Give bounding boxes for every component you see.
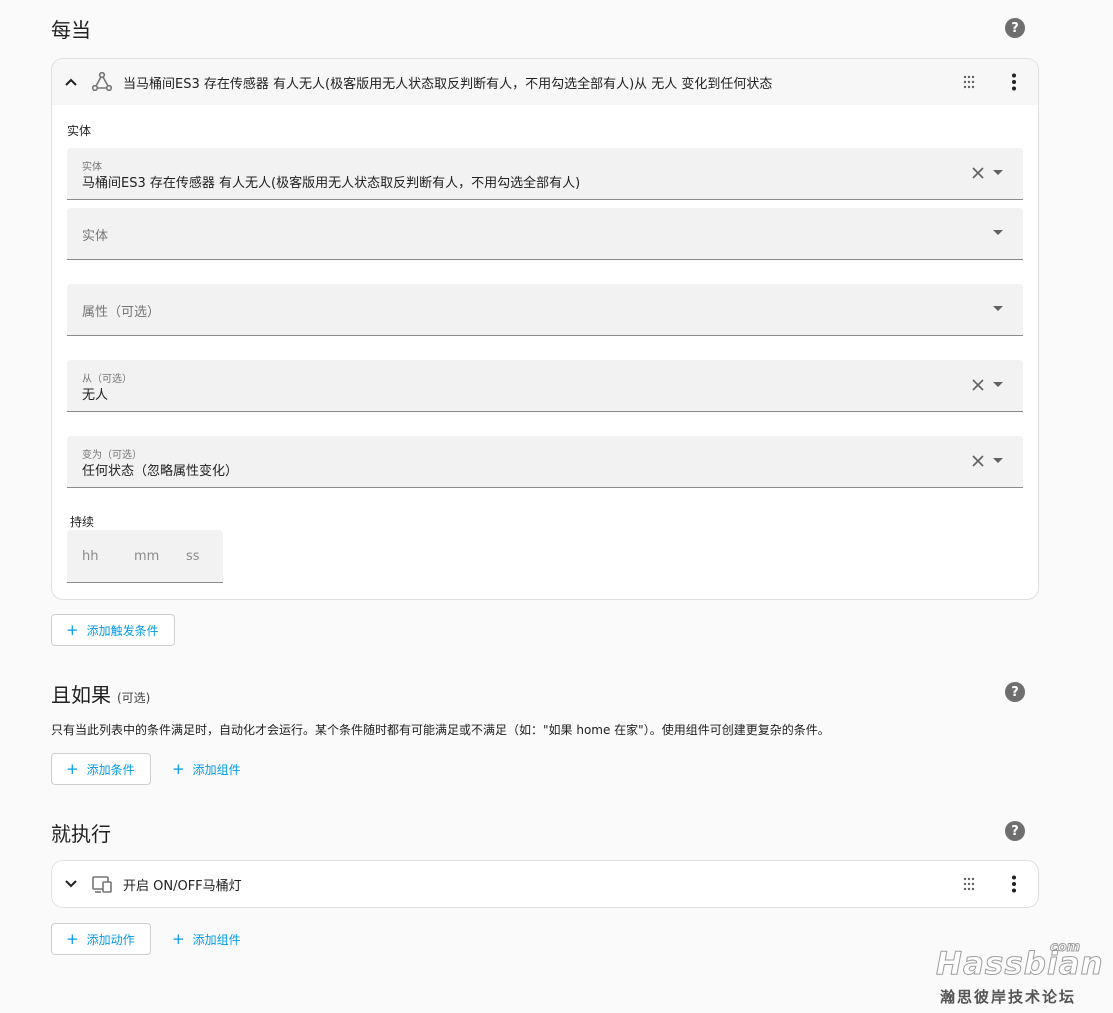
conditions-help-icon[interactable]: ? (1005, 682, 1025, 702)
device-icon (92, 876, 112, 893)
entity-field[interactable]: 实体 马桶间ES3 存在传感器 有人无人(极客版用无人状态取反判断有人，不用勾选… (67, 148, 1023, 200)
plus-icon: + (66, 759, 79, 778)
attribute-field[interactable]: 属性（可选） (67, 284, 1023, 336)
chevron-down-icon[interactable] (64, 877, 78, 891)
add-condition-button[interactable]: + 添加条件 (51, 753, 151, 785)
trigger-card-header[interactable]: 当马桶间ES3 存在传感器 有人无人(极客版用无人状态取反判断有人，不用勾选全部… (52, 59, 1038, 105)
dropdown-arrow-icon[interactable] (993, 230, 1003, 236)
conditions-subtitle: (可选) (117, 691, 151, 705)
trigger-card-title: 当马桶间ES3 存在传感器 有人无人(极客版用无人状态取反判断有人，不用勾选全部… (123, 77, 773, 92)
add-trigger-label: 添加触发条件 (86, 623, 159, 638)
entity-field-label: 实体 (82, 162, 102, 173)
action-card-header[interactable]: 开启 ON/OFF马桶灯 (52, 861, 1038, 907)
dropdown-arrow-icon[interactable] (993, 170, 1003, 176)
drag-handle-icon[interactable] (963, 75, 975, 89)
add-action-button[interactable]: + 添加动作 (51, 923, 151, 955)
triggers-help-icon[interactable]: ? (1005, 18, 1025, 38)
duration-ss[interactable]: ss (186, 549, 200, 564)
plus-icon: + (66, 929, 79, 948)
to-field-label: 变为（可选） (82, 450, 142, 461)
plus-icon: + (172, 929, 185, 948)
dropdown-arrow-icon[interactable] (993, 306, 1003, 312)
action-card-title: 开启 ON/OFF马桶灯 (123, 879, 242, 894)
action-card[interactable]: 开启 ON/OFF马桶灯 (51, 860, 1039, 908)
add-condition-label: 添加条件 (86, 762, 135, 777)
entity-field-value: 马桶间ES3 存在传感器 有人无人(极客版用无人状态取反判断有人，不用勾选全部有… (82, 176, 581, 191)
duration-mm[interactable]: mm (134, 549, 159, 564)
kebab-menu-icon[interactable] (1011, 73, 1017, 91)
conditions-title: 且如果 (可选) (51, 679, 150, 708)
triggers-title: 每当 (51, 18, 91, 42)
clear-icon[interactable] (971, 378, 985, 392)
duration-input[interactable]: hh mm ss (67, 530, 223, 583)
add-trigger-button[interactable]: + 添加触发条件 (51, 614, 175, 646)
dropdown-arrow-icon[interactable] (993, 458, 1003, 464)
duration-label: 持续 (70, 515, 95, 529)
drag-handle-icon[interactable] (963, 877, 975, 891)
from-field-label: 从（可选） (82, 374, 132, 385)
to-field-value: 任何状态（忽略属性变化） (82, 464, 239, 479)
dropdown-arrow-icon[interactable] (993, 382, 1003, 388)
actions-title: 就执行 (51, 822, 111, 846)
add-action-block-label: 添加组件 (192, 932, 241, 947)
entity-field-2-placeholder: 实体 (82, 229, 109, 244)
plus-icon: + (172, 759, 185, 778)
from-field[interactable]: 从（可选） 无人 (67, 360, 1023, 412)
conditions-description: 只有当此列表中的条件满足时，自动化才会运行。某个条件随时都有可能满足或不满足（如… (51, 723, 830, 737)
conditions-title-text: 且如果 (51, 683, 111, 707)
clear-icon[interactable] (971, 166, 985, 180)
add-condition-block-label: 添加组件 (192, 762, 241, 777)
entity-field-2[interactable]: 实体 (67, 208, 1023, 260)
from-field-value: 无人 (82, 388, 109, 403)
watermark-tagline: 瀚思彼岸技术论坛 (940, 988, 1077, 1006)
chevron-up-icon[interactable] (64, 75, 78, 89)
add-condition-block-button[interactable]: + 添加组件 (172, 753, 241, 785)
kebab-menu-icon[interactable] (1011, 875, 1017, 893)
add-action-block-button[interactable]: + 添加组件 (172, 923, 241, 955)
to-field[interactable]: 变为（可选） 任何状态（忽略属性变化） (67, 436, 1023, 488)
duration-hh[interactable]: hh (82, 549, 98, 564)
watermark-brand: Hassbian (936, 946, 1104, 983)
add-action-label: 添加动作 (86, 932, 135, 947)
state-trigger-icon (91, 71, 113, 92)
entity-section-label: 实体 (67, 124, 92, 138)
actions-help-icon[interactable]: ? (1005, 821, 1025, 841)
clear-icon[interactable] (971, 454, 985, 468)
plus-icon: + (66, 620, 79, 639)
trigger-card: 当马桶间ES3 存在传感器 有人无人(极客版用无人状态取反判断有人，不用勾选全部… (51, 58, 1039, 600)
attribute-field-placeholder: 属性（可选） (82, 305, 161, 320)
